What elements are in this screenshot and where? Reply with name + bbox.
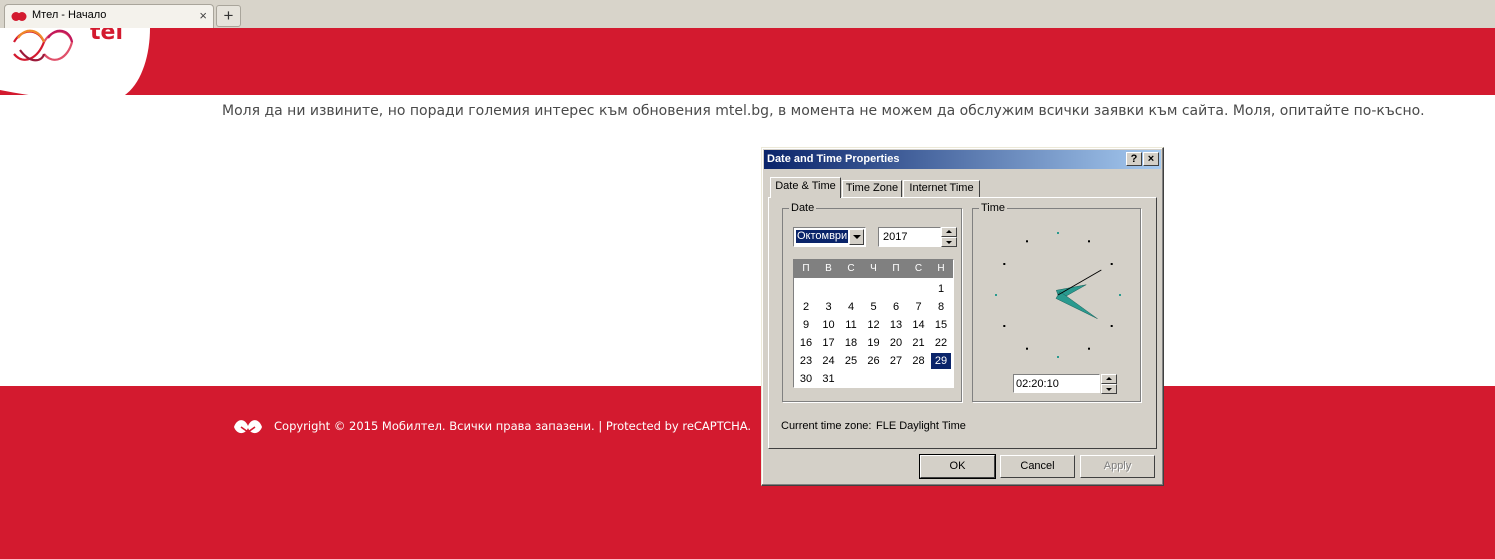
timezone-label: Current time zone: [781, 420, 872, 432]
calendar-day[interactable]: 12 [864, 317, 884, 333]
calendar-day[interactable]: 27 [886, 353, 906, 369]
chevron-down-icon[interactable] [849, 229, 864, 245]
spin-down-icon[interactable] [1101, 384, 1117, 394]
calendar-day[interactable]: 6 [886, 299, 906, 315]
calendar-day[interactable]: 2 [796, 299, 816, 315]
calendar-day[interactable]: 11 [841, 317, 861, 333]
calendar-day[interactable]: 25 [841, 353, 861, 369]
clock-tick [1057, 356, 1059, 358]
clock-tick [1110, 263, 1113, 265]
tab-time-zone[interactable]: Time Zone [842, 180, 902, 198]
time-group: Time [972, 202, 1141, 402]
calendar-day[interactable]: 26 [864, 353, 884, 369]
tab-date-time[interactable]: Date & Time [770, 177, 841, 198]
calendar-day[interactable]: 7 [909, 299, 929, 315]
calendar-day[interactable]: 17 [819, 335, 839, 351]
calendar-day[interactable]: 8 [931, 299, 951, 315]
timezone-value: FLE Daylight Time [876, 420, 966, 432]
spin-up-icon[interactable] [1101, 374, 1117, 384]
date-time-dialog: Date and Time Properties ? × Date & Time… [761, 147, 1164, 486]
calendar-weekday-header: ПВСЧПСН [794, 260, 953, 278]
time-stepper[interactable] [1101, 374, 1117, 394]
mtel-logo[interactable]: tel [0, 28, 160, 100]
calendar-day[interactable]: 18 [841, 335, 861, 351]
clock-tick [1057, 232, 1059, 234]
date-group-title: Date [789, 202, 817, 214]
calendar-day[interactable]: 9 [796, 317, 816, 333]
calendar-day[interactable]: 5 [864, 299, 884, 315]
clock-tick [1119, 294, 1121, 296]
footer-logo-icon [234, 420, 262, 434]
calendar-day[interactable]: 3 [819, 299, 839, 315]
tab-internet-time[interactable]: Internet Time [903, 180, 980, 198]
calendar-day[interactable]: 23 [796, 353, 816, 369]
dialog-title-bar[interactable]: Date and Time Properties ? × [764, 150, 1161, 169]
browser-tab-title: Мтел - Начало [32, 9, 107, 21]
help-button[interactable]: ? [1126, 152, 1142, 166]
spin-down-icon[interactable] [941, 237, 957, 247]
spin-up-icon[interactable] [941, 227, 957, 237]
tab-close-icon[interactable]: × [199, 8, 207, 23]
weekday-label: В [825, 263, 832, 274]
logo-text: tel [90, 28, 123, 45]
weekday-label: П [802, 263, 810, 274]
clock-tick [1003, 263, 1006, 265]
month-select[interactable]: Октомври [793, 227, 866, 247]
clock-tick [1026, 347, 1028, 350]
calendar-day[interactable]: 15 [931, 317, 951, 333]
browser-tab[interactable]: Мтел - Начало × [4, 4, 214, 28]
weekday-label: С [847, 263, 855, 274]
calendar-day[interactable]: 20 [886, 335, 906, 351]
calendar-day[interactable]: 4 [841, 299, 861, 315]
clock-tick [1026, 240, 1028, 243]
apply-button[interactable]: Apply [1080, 455, 1155, 478]
date-group: Date Октомври ПВСЧПСН 123456789101112131… [782, 202, 962, 402]
year-input[interactable] [878, 227, 941, 247]
clock-tick [1088, 240, 1090, 243]
calendar-day[interactable]: 14 [909, 317, 929, 333]
weekday-label: Н [937, 263, 945, 274]
second-hand [1057, 269, 1102, 296]
new-tab-button[interactable]: + [216, 5, 241, 27]
browser-tab-bar: Мтел - Начало × + [0, 0, 1495, 28]
calendar-day[interactable]: 13 [886, 317, 906, 333]
copyright-text: Copyright © 2015 Мобилтел. Всички права … [274, 419, 752, 433]
calendar-day[interactable]: 28 [909, 353, 929, 369]
close-button[interactable]: × [1143, 152, 1159, 166]
dialog-title: Date and Time Properties [767, 153, 900, 165]
header-band [0, 28, 1495, 95]
clock-tick [1003, 325, 1006, 327]
clock-tick [995, 294, 997, 296]
weekday-label: С [914, 263, 923, 274]
calendar-day[interactable]: 10 [819, 317, 839, 333]
minute-hand [1055, 291, 1098, 319]
service-notice: Моля да ни извините, но поради големия и… [222, 103, 1425, 119]
time-input[interactable] [1013, 374, 1100, 393]
month-calendar: ПВСЧПСН 1 2 3 4 5 6 7 8 9 10 11 12 13 14 15 16 17 18 19 20 2… [793, 259, 954, 388]
weekday-label: Ч [870, 263, 877, 274]
calendar-day[interactable]: 16 [796, 335, 816, 351]
cancel-button[interactable]: Cancel [1000, 455, 1075, 478]
clock-tick [1110, 325, 1113, 327]
ok-button[interactable]: OK [919, 454, 996, 479]
calendar-day[interactable]: 19 [864, 335, 884, 351]
month-value: Октомври [796, 230, 849, 243]
calendar-day[interactable]: 24 [819, 353, 839, 369]
time-group-title: Time [979, 202, 1008, 214]
footer: Copyright © 2015 Мобилтел. Всички права … [0, 386, 1495, 559]
calendar-day[interactable]: 21 [909, 335, 929, 351]
analog-clock [995, 232, 1121, 358]
calendar-day[interactable]: 31 [819, 371, 839, 387]
calendar-day[interactable]: 29 [931, 353, 951, 369]
mtel-favicon-icon [11, 12, 27, 21]
date-time-panel: Date Октомври ПВСЧПСН 123456789101112131… [768, 197, 1157, 449]
calendar-day[interactable]: 30 [796, 371, 816, 387]
calendar-day[interactable]: 22 [931, 335, 951, 351]
clock-tick [1088, 347, 1090, 350]
calendar-day[interactable]: 1 [931, 281, 951, 297]
weekday-label: П [892, 263, 900, 274]
year-stepper[interactable] [941, 227, 957, 247]
